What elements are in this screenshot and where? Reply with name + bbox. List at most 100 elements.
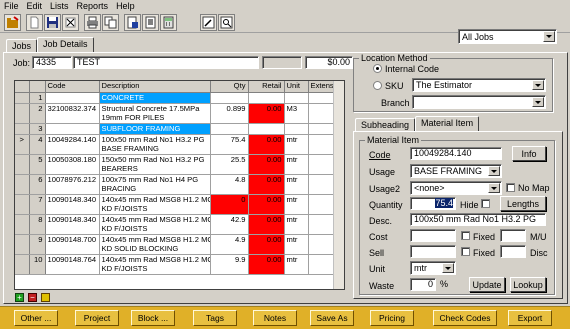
subheading-cell[interactable]: CONCRETE — [99, 92, 211, 104]
chevron-down-icon[interactable] — [488, 166, 500, 176]
unit-cell[interactable]: mtr — [284, 234, 309, 255]
save-as-button[interactable]: Save As — [310, 310, 354, 326]
info-button[interactable]: Info — [512, 146, 546, 161]
retail-cell[interactable]: 0.00 — [248, 154, 285, 175]
unit-cell[interactable]: mtr — [284, 214, 309, 235]
description-cell[interactable]: 140x45 mm Rad MSG8 H1.2 MG KD SOLID BLOCK… — [99, 234, 211, 255]
unit-cell[interactable]: mtr — [284, 254, 309, 275]
qty-cell[interactable] — [210, 123, 249, 135]
delete-icon[interactable] — [62, 14, 79, 31]
table-row[interactable]: >4 10049284.140 100x50 mm Rad No1 H3.2 PG B… — [15, 134, 344, 155]
table-row[interactable]: 8 10090148.340 140x45 mm Rad MSG8 H1.2 MG K… — [15, 214, 344, 235]
description-header[interactable]: Description — [99, 81, 211, 93]
menu-help[interactable]: Help — [112, 1, 139, 11]
retail-cell[interactable]: 0.00 — [248, 174, 285, 195]
unit-cell[interactable]: mtr — [284, 194, 309, 215]
qty-cell[interactable]: 0.899 — [210, 103, 249, 124]
update-button[interactable]: Update — [469, 277, 505, 292]
qty-cell[interactable]: 25.5 — [210, 154, 249, 175]
table-row[interactable]: 5 10050308.180 150x50 mm Rad No1 H3.2 PG BE… — [15, 154, 344, 175]
move-row-icon[interactable] — [41, 293, 50, 302]
unit-cell[interactable]: mtr — [284, 134, 309, 155]
project-button[interactable]: Project — [75, 310, 119, 326]
table-row[interactable]: 3 SUBFLOOR FRAMING — [15, 123, 344, 135]
job-name-field[interactable]: TEST — [73, 56, 259, 69]
pricing-button[interactable]: Pricing — [370, 310, 414, 326]
retail-cell[interactable]: 0.00 — [248, 194, 285, 215]
unit-cell[interactable] — [284, 123, 309, 135]
description-cell[interactable]: 100x50 mm Rad No1 H3.2 PG BASE FRAMING — [99, 134, 211, 155]
markup-field[interactable] — [500, 229, 526, 242]
job-number-field[interactable]: 4335 — [32, 56, 72, 69]
retail-header[interactable]: Retail — [248, 81, 285, 93]
sell-fixed-checkbox[interactable] — [461, 247, 470, 256]
tags-button[interactable]: Tags — [193, 310, 237, 326]
code-cell[interactable]: 10090148.340 — [45, 214, 100, 235]
check-codes-button[interactable]: Check Codes — [433, 310, 497, 326]
export-button[interactable]: Export — [508, 310, 552, 326]
cost-fixed-checkbox[interactable] — [461, 231, 470, 240]
description-cell[interactable]: 140x45 mm Rad MSG8 H1.2 MG KD F/JOISTS — [99, 214, 211, 235]
grid-scrollbar[interactable] — [333, 81, 344, 289]
retail-cell[interactable]: 0.00 — [248, 103, 285, 124]
qty-header[interactable]: Qty — [210, 81, 249, 93]
tab-material-item[interactable]: Material Item — [415, 116, 480, 131]
save-icon[interactable] — [44, 14, 61, 31]
quantity-field[interactable]: 75.4 — [410, 197, 456, 210]
chevron-down-icon[interactable] — [488, 183, 500, 193]
code-cell[interactable]: 10090148.700 — [45, 234, 100, 255]
internal-code-radio[interactable] — [373, 64, 382, 73]
unit-header[interactable]: Unit — [284, 81, 309, 93]
table-row[interactable]: 10 10090148.764 140x45 mm Rad MSG8 H1.2 MG… — [15, 254, 344, 275]
table-row[interactable]: 1 CONCRETE — [15, 92, 344, 104]
lookup-icon[interactable] — [218, 14, 235, 31]
document-icon[interactable] — [124, 14, 141, 31]
unit-cell[interactable]: mtr — [284, 174, 309, 195]
description-cell[interactable]: 140x45 mm Rad MSG8 H1.2 MG KD F/JOISTS — [99, 194, 211, 215]
chevron-down-icon[interactable] — [442, 263, 454, 273]
retail-cell[interactable]: 0.00 — [248, 254, 285, 275]
code-cell[interactable]: 10090148.764 — [45, 254, 100, 275]
code-field[interactable]: 10049284.140 — [410, 147, 502, 160]
table-row[interactable]: 2 32100832.374 Structural Concrete 17.5MPa… — [15, 103, 344, 124]
table-row[interactable]: 9 10090148.700 140x45 mm Rad MSG8 H1.2 MG K… — [15, 234, 344, 255]
retail-cell[interactable]: 0.00 — [248, 234, 285, 255]
lookup-button[interactable]: Lookup — [510, 277, 546, 292]
cost-field[interactable] — [410, 229, 456, 242]
qty-cell[interactable]: 4.8 — [210, 174, 249, 195]
calculator-icon[interactable] — [160, 14, 177, 31]
menu-edit[interactable]: Edit — [23, 1, 47, 11]
qty-cell[interactable]: 4.9 — [210, 234, 249, 255]
chevron-down-icon[interactable] — [532, 80, 544, 90]
code-cell[interactable]: 10090148.340 — [45, 194, 100, 215]
add-row-icon[interactable]: + — [15, 293, 24, 302]
subheading-cell[interactable]: SUBFLOOR FRAMING — [99, 123, 211, 135]
block-button[interactable]: Block ... — [131, 310, 175, 326]
qty-cell[interactable]: 42.9 — [210, 214, 249, 235]
tab-jobs[interactable]: Jobs — [6, 39, 38, 52]
code-cell[interactable] — [45, 123, 100, 135]
tab-subheading[interactable]: Subheading — [355, 118, 416, 131]
retail-cell[interactable] — [248, 123, 285, 135]
remove-row-icon[interactable]: − — [28, 293, 37, 302]
copy-icon[interactable] — [102, 14, 119, 31]
blank-page-icon[interactable] — [26, 14, 43, 31]
table-row[interactable]: 7 10090148.340 140x45 mm Rad MSG8 H1.2 MG K… — [15, 194, 344, 215]
description-cell[interactable]: 140x45 mm Rad MSG8 H1.2 MG KD F/JOISTS — [99, 254, 211, 275]
sell-field[interactable] — [410, 245, 456, 258]
description-cell[interactable]: 150x50 mm Rad No1 H3.2 PG BEARERS — [99, 154, 211, 175]
branch-select[interactable] — [412, 95, 546, 109]
usage2-select[interactable]: <none> — [410, 181, 502, 195]
code-cell[interactable] — [45, 92, 100, 104]
waste-field[interactable]: 0 — [410, 278, 436, 291]
code-cell[interactable]: 10049284.140 — [45, 134, 100, 155]
unit-select[interactable]: mtr — [410, 261, 456, 275]
qty-cell[interactable]: 75.4 — [210, 134, 249, 155]
code-header[interactable]: Code — [45, 81, 100, 93]
edit-icon[interactable] — [200, 14, 217, 31]
chevron-down-icon[interactable] — [532, 97, 544, 107]
description-cell[interactable]: Structural Concrete 17.5MPa 19mm FOR PILE… — [99, 103, 211, 124]
code-cell[interactable]: 10078976.212 — [45, 174, 100, 195]
unit-cell[interactable] — [284, 92, 309, 104]
menu-file[interactable]: File — [0, 1, 23, 11]
